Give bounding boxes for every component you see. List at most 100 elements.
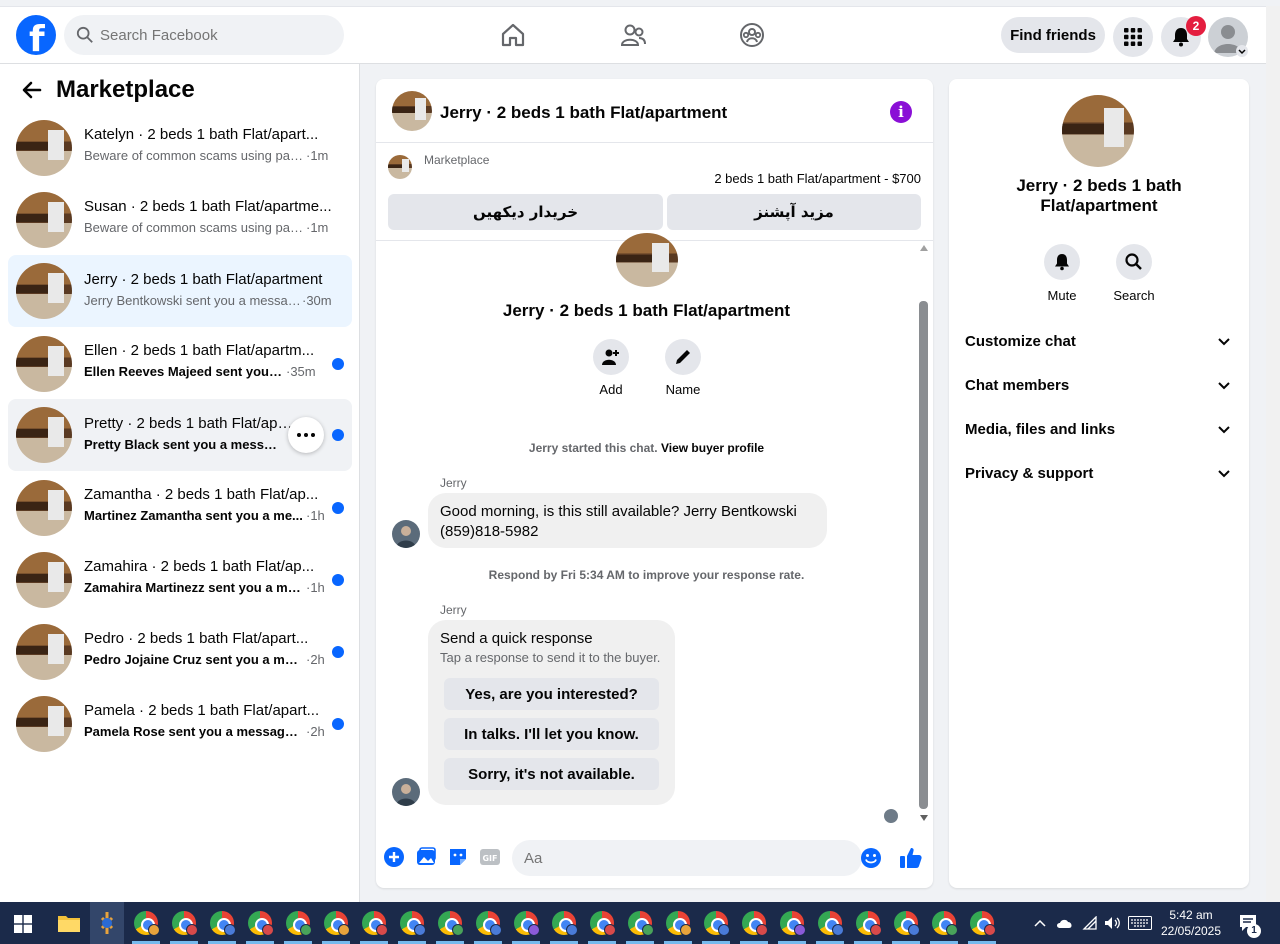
- find-friends-button[interactable]: Find friends: [1001, 17, 1105, 53]
- chrome-window-icon[interactable]: [210, 911, 236, 936]
- search-icon: [76, 26, 93, 43]
- chrome-window-icon[interactable]: [780, 911, 806, 936]
- pinned-app-icon[interactable]: [94, 910, 120, 936]
- chrome-profile-badge-icon: [642, 924, 654, 936]
- chrome-window-icon[interactable]: [666, 911, 692, 936]
- chat-members-row[interactable]: Chat members: [957, 365, 1241, 405]
- listing-price[interactable]: 2 beds 1 bath Flat/apartment - $700: [714, 171, 921, 186]
- mute-action[interactable]: Mute: [1032, 244, 1092, 303]
- quick-reply-button[interactable]: Yes, are you interested?: [444, 678, 659, 710]
- media-files-links-row[interactable]: Media, files and links: [957, 409, 1241, 449]
- friends-icon[interactable]: [619, 21, 647, 49]
- emoji-icon[interactable]: [860, 847, 882, 869]
- chat-window: Jerry · 2 beds 1 bath Flat/apartment i M…: [376, 79, 933, 888]
- scroll-thumb[interactable]: [919, 301, 928, 809]
- conversation-item[interactable]: Ellen · 2 beds 1 bath Flat/apartm... Ell…: [8, 330, 352, 398]
- chrome-window-icon[interactable]: [704, 911, 730, 936]
- unread-dot: [332, 718, 344, 730]
- listing-thumbnail: [16, 336, 72, 392]
- chrome-window-icon[interactable]: [552, 911, 578, 936]
- chrome-window-icon[interactable]: [932, 911, 958, 936]
- chrome-profile-badge-icon: [414, 924, 426, 936]
- conversation-preview: Beware of common scams using pay...: [84, 148, 304, 163]
- chrome-profile-badge-icon: [870, 924, 882, 936]
- listing-thumbnail: [16, 552, 72, 608]
- page-scrollbar[interactable]: [1266, 6, 1280, 902]
- privacy-support-row[interactable]: Privacy & support: [957, 453, 1241, 493]
- conversation-title: Ellen · 2 beds 1 bath Flat/apartm...: [84, 342, 315, 359]
- chrome-window-icon[interactable]: [476, 911, 502, 936]
- file-explorer-icon[interactable]: [56, 910, 82, 936]
- chrome-window-icon[interactable]: [248, 911, 274, 936]
- thumbs-up-icon[interactable]: [899, 846, 923, 870]
- chrome-window-icon[interactable]: [286, 911, 312, 936]
- chrome-window-icon[interactable]: [514, 911, 540, 936]
- message-input[interactable]: [512, 840, 862, 876]
- chrome-window-icon[interactable]: [400, 911, 426, 936]
- quick-reply-button[interactable]: In talks. I'll let you know.: [444, 718, 659, 750]
- quick-reply-button[interactable]: Sorry, it's not available.: [444, 758, 659, 790]
- sticker-icon[interactable]: [447, 846, 469, 868]
- message-bubble[interactable]: Good morning, is this still available? J…: [428, 493, 827, 548]
- chrome-window-icon[interactable]: [894, 911, 920, 936]
- chrome-window-icon[interactable]: [362, 911, 388, 936]
- scroll-up-icon[interactable]: [920, 245, 928, 251]
- conversation-preview: Pedro Jojaine Cruz sent you a mes...: [84, 652, 304, 667]
- system-clock[interactable]: 5:42 am 22/05/2025: [1156, 907, 1226, 939]
- name-chat-action[interactable]: Name: [653, 339, 713, 397]
- speaker-icon[interactable]: [1104, 916, 1122, 930]
- facebook-logo[interactable]: f: [16, 15, 56, 60]
- scroll-down-icon[interactable]: [920, 815, 928, 821]
- keyboard-icon[interactable]: [1128, 916, 1152, 930]
- sender-avatar[interactable]: [392, 520, 420, 548]
- chrome-window-icon[interactable]: [628, 911, 654, 936]
- conversation-item[interactable]: Susan · 2 beds 1 bath Flat/apartme... Be…: [8, 186, 352, 254]
- conversation-item[interactable]: Pedro · 2 beds 1 bath Flat/apart... Pedr…: [8, 618, 352, 686]
- more-options-button[interactable]: مزید آپشنز: [667, 194, 921, 230]
- conversation-item[interactable]: Katelyn · 2 beds 1 bath Flat/apart... Be…: [8, 114, 352, 182]
- conversation-item[interactable]: Zamantha · 2 beds 1 bath Flat/ap... Mart…: [8, 474, 352, 542]
- search-input[interactable]: [100, 15, 336, 55]
- search-box[interactable]: [64, 15, 344, 55]
- chrome-window-icon[interactable]: [172, 911, 198, 936]
- tray-chevron-up-icon[interactable]: [1034, 918, 1046, 928]
- chrome-window-icon[interactable]: [818, 911, 844, 936]
- chat-title[interactable]: Jerry · 2 beds 1 bath Flat/apartment: [440, 103, 727, 123]
- onedrive-cloud-icon[interactable]: [1056, 916, 1074, 930]
- chrome-window-icon[interactable]: [590, 911, 616, 936]
- chrome-window-icon[interactable]: [324, 911, 350, 936]
- chrome-profile-badge-icon: [984, 924, 996, 936]
- chrome-window-icon[interactable]: [438, 911, 464, 936]
- back-arrow-icon[interactable]: [22, 80, 42, 100]
- info-icon[interactable]: i: [890, 101, 912, 123]
- gif-icon[interactable]: GIF: [479, 846, 501, 868]
- chrome-window-icon[interactable]: [856, 911, 882, 936]
- listing-thumbnail[interactable]: [388, 155, 412, 179]
- plus-icon[interactable]: [383, 846, 405, 868]
- conversation-item[interactable]: Pretty · 2 beds 1 bath Flat/apart Pretty…: [8, 399, 352, 471]
- account-caret-icon[interactable]: [1236, 45, 1248, 57]
- sender-avatar[interactable]: [392, 778, 420, 806]
- conversation-title: Jerry · 2 beds 1 bath Flat/apartment: [84, 271, 323, 288]
- chrome-window-icon[interactable]: [742, 911, 768, 936]
- chrome-window-icon[interactable]: [970, 911, 996, 936]
- wifi-icon[interactable]: [1082, 916, 1098, 930]
- conversation-item[interactable]: Pamela · 2 beds 1 bath Flat/apart... Pam…: [8, 690, 352, 758]
- conversation-item-active[interactable]: Jerry · 2 beds 1 bath Flat/apartment Jer…: [8, 255, 352, 327]
- search-conversation-action[interactable]: Search: [1104, 244, 1164, 303]
- menu-button[interactable]: [1113, 17, 1153, 57]
- message-thread[interactable]: Jerry · 2 beds 1 bath Flat/apartment Add…: [376, 233, 933, 826]
- conversation-item[interactable]: Zamahira · 2 beds 1 bath Flat/ap... Zama…: [8, 546, 352, 614]
- view-buyer-button[interactable]: خریدار دیکھیں: [388, 194, 663, 230]
- chrome-window-icon[interactable]: [134, 911, 160, 936]
- customize-chat-row[interactable]: Customize chat: [957, 321, 1241, 361]
- add-people-action[interactable]: Add: [581, 339, 641, 397]
- listing-thumbnail: [16, 480, 72, 536]
- photo-icon[interactable]: [415, 846, 437, 868]
- conversation-options-button[interactable]: [288, 417, 324, 453]
- windows-start-icon[interactable]: [14, 915, 32, 933]
- groups-icon[interactable]: [738, 21, 766, 49]
- home-icon[interactable]: [499, 21, 527, 49]
- chat-avatar[interactable]: [392, 91, 432, 131]
- view-buyer-profile-link[interactable]: View buyer profile: [661, 441, 764, 455]
